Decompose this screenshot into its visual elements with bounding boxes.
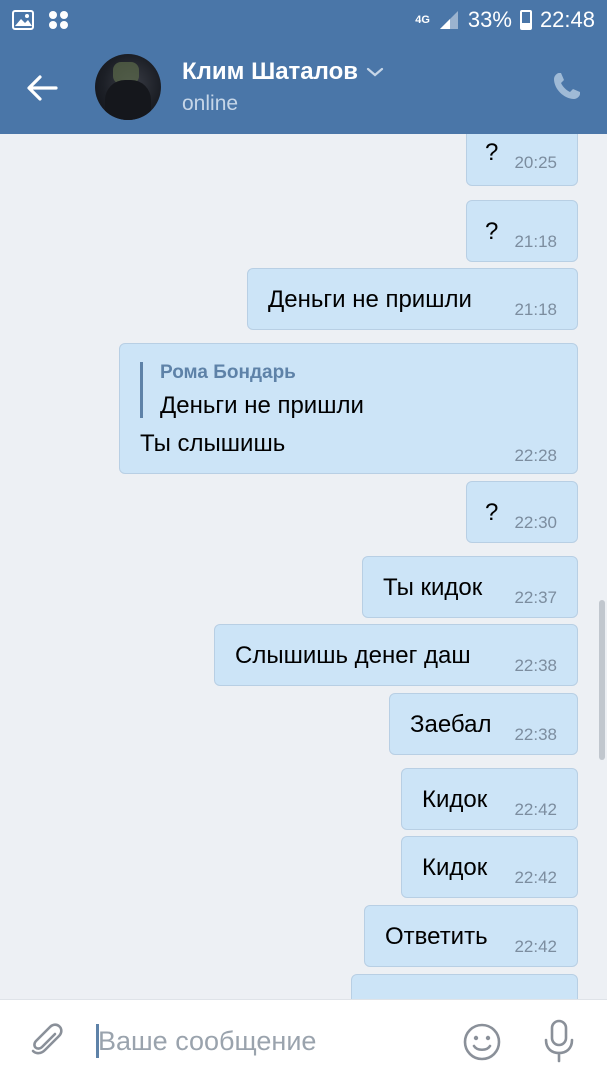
battery-percent: 33% bbox=[467, 7, 512, 32]
status-left-icons bbox=[12, 10, 70, 30]
message-text: Ты слышишь bbox=[140, 430, 286, 457]
message-bubble[interactable]: Ответить 22:42 bbox=[364, 905, 578, 967]
message-bubble[interactable]: Ты кидок 22:37 bbox=[362, 556, 578, 618]
signal-icon bbox=[439, 11, 458, 29]
status-bar: 4G 33% 22:48 bbox=[0, 0, 607, 40]
image-icon bbox=[12, 10, 34, 30]
message-text: ? bbox=[485, 218, 499, 245]
message-composer bbox=[0, 999, 607, 1080]
scrollbar[interactable] bbox=[599, 600, 605, 760]
message-text: Заебал bbox=[410, 711, 492, 738]
network-type: 4G bbox=[415, 13, 430, 26]
message-text: ? bbox=[485, 139, 499, 166]
avatar[interactable] bbox=[95, 54, 161, 120]
paperclip-icon[interactable] bbox=[28, 1022, 66, 1060]
message-bubble-partial[interactable] bbox=[351, 974, 578, 999]
message-time: 22:38 bbox=[514, 656, 557, 675]
chevron-down-icon[interactable] bbox=[366, 66, 384, 78]
message-bubble[interactable]: ? 20:25 bbox=[466, 134, 578, 186]
message-bubble[interactable]: Кидок 22:42 bbox=[401, 836, 578, 898]
reply-text: Деньги не пришли bbox=[160, 392, 364, 419]
status-right: 4G 33% 22:48 bbox=[415, 7, 595, 33]
message-input[interactable] bbox=[98, 1020, 438, 1062]
message-time: 22:38 bbox=[514, 725, 557, 744]
battery-icon bbox=[519, 10, 532, 30]
contact-name[interactable]: Клим Шаталов bbox=[182, 58, 384, 86]
message-time: 22:42 bbox=[514, 800, 557, 819]
message-time: 22:28 bbox=[514, 446, 557, 465]
contact-status: online bbox=[182, 92, 239, 115]
chat-header: Клим Шаталов online bbox=[0, 40, 607, 134]
app-grid-icon bbox=[49, 11, 68, 29]
message-text: Ответить bbox=[385, 923, 488, 950]
microphone-icon[interactable] bbox=[541, 1018, 577, 1064]
emoji-icon[interactable] bbox=[462, 1022, 502, 1062]
message-time: 22:42 bbox=[514, 868, 557, 887]
message-text: Кидок bbox=[422, 854, 488, 881]
message-time: 20:25 bbox=[514, 153, 557, 172]
back-arrow-icon[interactable] bbox=[22, 68, 62, 108]
message-time: 21:18 bbox=[514, 300, 557, 319]
message-bubble[interactable]: ? 21:18 bbox=[466, 200, 578, 262]
message-bubble[interactable]: Заебал 22:38 bbox=[389, 693, 578, 755]
message-bubble[interactable]: ? 22:30 bbox=[466, 481, 578, 543]
message-text: Деньги не пришли bbox=[268, 286, 472, 313]
clock: 22:48 bbox=[539, 7, 595, 32]
message-time: 21:18 bbox=[514, 232, 557, 251]
phone-icon[interactable] bbox=[551, 70, 583, 102]
reply-quote-bar bbox=[140, 362, 143, 418]
message-list[interactable]: ? 20:25 ? 21:18 Деньги не пришли 21:18 Р… bbox=[0, 134, 607, 999]
message-text: ? bbox=[485, 499, 499, 526]
message-time: 22:37 bbox=[514, 588, 557, 607]
message-text: Слышишь денег даш bbox=[235, 642, 471, 669]
reply-author: Рома Бондарь bbox=[160, 362, 296, 383]
message-bubble[interactable]: Кидок 22:42 bbox=[401, 768, 578, 830]
contact-name-text: Клим Шаталов bbox=[182, 58, 358, 85]
message-bubble[interactable]: Деньги не пришли 21:18 bbox=[247, 268, 578, 330]
message-time: 22:42 bbox=[514, 937, 557, 956]
message-bubble[interactable]: Слышишь денег даш 22:38 bbox=[214, 624, 578, 686]
message-time: 22:30 bbox=[514, 513, 557, 532]
message-text: Кидок bbox=[422, 786, 488, 813]
message-bubble-reply[interactable]: Рома Бондарь Деньги не пришли Ты слышишь… bbox=[119, 343, 578, 474]
message-text: Ты кидок bbox=[383, 574, 483, 601]
